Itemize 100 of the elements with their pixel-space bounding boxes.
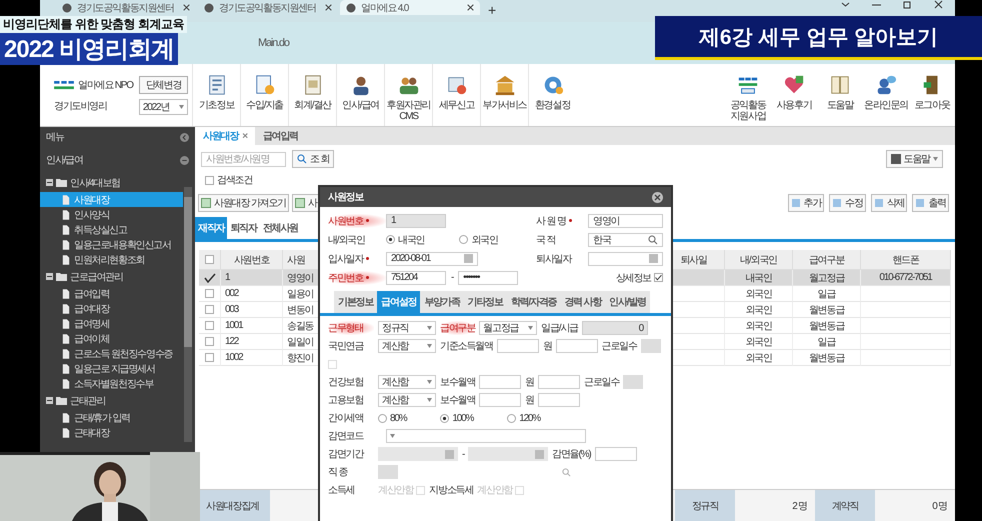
text-field[interactable] [538,393,580,407]
tree-group[interactable]: 인사/4대보험 [70,176,120,190]
browser-tab[interactable]: 얼마에요 4.0 [340,0,480,15]
new-tab-button[interactable]: + [482,0,501,19]
radio-button[interactable] [378,414,387,422]
date-field[interactable] [588,252,663,266]
dropdown[interactable] [386,429,586,443]
year-dropdown[interactable]: 2022년 [138,99,188,115]
dropdown[interactable]: 계산함 [378,339,436,353]
chevron-icon[interactable] [841,0,850,9]
dropdown[interactable]: 정규직 [378,321,436,335]
checkbox[interactable] [205,305,214,314]
close-icon[interactable] [183,4,190,11]
import-button[interactable]: 사원대장 가져오기 [198,194,289,212]
text-field[interactable] [594,447,636,461]
tree-group[interactable]: 근로급여관리 [70,270,123,284]
text-field[interactable] [538,375,580,389]
list-tab[interactable]: 재직자 [195,217,228,239]
close-icon[interactable] [467,4,474,11]
tree-item[interactable]: 근로소득 원천징수영수증 [40,346,183,361]
table-cell[interactable]: 1001 [221,318,283,334]
tree-item[interactable]: 급여이체 [40,331,183,346]
tree-item[interactable]: 소득자별원천징수부 [40,376,183,391]
text-field[interactable] [640,339,661,353]
dialog-tab[interactable]: 부양가족 [420,291,464,313]
search-field[interactable]: 사원번호/사원명 [201,152,286,166]
radio-button[interactable] [440,414,450,422]
table-cell[interactable]: 1 [221,270,283,286]
minus-icon[interactable] [46,273,53,280]
calendar-icon[interactable] [535,450,544,458]
tree-item[interactable]: 민원처리현황조회 [40,252,183,267]
restore-icon[interactable] [903,0,912,9]
checkbox[interactable] [205,353,214,362]
checkbox[interactable] [205,337,214,346]
tree-item[interactable]: 급여입력 [40,286,183,301]
close-icon[interactable] [325,4,332,11]
tree-item[interactable]: 근태대장 [40,425,183,440]
menu-button[interactable]: 후원자관리 CMS [384,64,432,126]
radio-button[interactable] [507,414,516,422]
close-icon[interactable] [652,192,663,202]
browser-tab[interactable]: 경기도공익활동지원센터 [56,0,196,15]
text-field[interactable] [479,375,522,389]
document-tab[interactable]: 사원대장 × [195,127,255,145]
browser-tab[interactable]: 경기도공익활동지원센터 [198,0,338,15]
checkbox[interactable] [205,321,214,330]
tree-item[interactable]: 급여명세 [40,316,183,331]
tree-item[interactable]: 일용근로내용확인신고서 [40,237,183,252]
date-field[interactable] [378,447,458,461]
checkbox[interactable] [205,176,214,184]
dialog-tab[interactable]: 인사/발령 [605,291,650,313]
radio-button[interactable] [459,235,468,244]
import-button[interactable]: 사 [292,194,320,212]
tree-item[interactable]: 근태/휴가 입력 [40,410,183,425]
text-field[interactable] [496,339,539,353]
minus-icon[interactable] [46,397,53,404]
tree-item[interactable]: 인사양식 [40,207,183,222]
table-cell[interactable]: 002 [221,286,283,302]
table-cell[interactable]: 122 [221,334,283,350]
address-text[interactable]: Main.do [258,37,289,49]
text-field[interactable]: 영영이 [588,214,663,228]
text-field[interactable]: ••••••• [458,270,518,284]
table-cell[interactable]: 1002 [221,350,283,366]
text-field[interactable] [378,465,398,479]
tree-item[interactable]: 급여대장 [40,301,183,316]
text-field[interactable] [556,339,598,353]
search-icon[interactable] [562,468,571,476]
minus-icon[interactable] [46,179,53,186]
date-field[interactable]: 2020-08-01 [386,252,478,266]
close-icon[interactable] [934,0,943,9]
tree-item[interactable]: 취득상실신고 [40,222,183,237]
tree-item[interactable]: 일용근로 지급명세서 [40,361,183,376]
text-field[interactable] [623,375,644,389]
menu-button[interactable]: 부가서비스 [480,64,528,126]
dropdown[interactable]: 계산함 [378,393,436,407]
radio-button[interactable] [386,235,395,244]
text-field[interactable]: 751204 [386,270,446,284]
checkbox[interactable] [205,255,214,264]
action-button[interactable]: 출력 [912,194,949,212]
dialog-tab[interactable]: 학력/자격증 [506,291,560,313]
checkbox[interactable] [654,273,663,282]
scrollbar[interactable] [184,187,192,442]
dropdown[interactable]: 월고정급 [479,321,538,335]
text-field[interactable] [479,393,522,407]
tree-group[interactable]: 근태관리 [70,394,106,408]
dialog-tab[interactable]: 급여설정 [377,291,420,313]
dialog-tab[interactable]: 기타정보 [464,291,507,313]
action-button[interactable]: 추가 [788,194,824,212]
action-button[interactable]: 삭제 [870,194,908,212]
collapse-icon[interactable] [180,132,189,142]
dialog-tab[interactable]: 경력 사항 [560,291,606,313]
dialog-tab[interactable]: 기본정보 [334,291,378,313]
checkmark-icon[interactable] [204,272,216,282]
date-field[interactable] [468,447,548,461]
text-field[interactable]: 한국 [588,232,663,246]
checkbox[interactable] [205,289,214,298]
dropdown[interactable]: 계산함 [378,375,436,389]
table-cell[interactable]: 003 [221,302,283,318]
search-button[interactable]: 조 회 [292,150,334,168]
action-button[interactable]: 수정 [829,194,866,212]
help-dropdown[interactable]: 도움말 [886,150,943,168]
